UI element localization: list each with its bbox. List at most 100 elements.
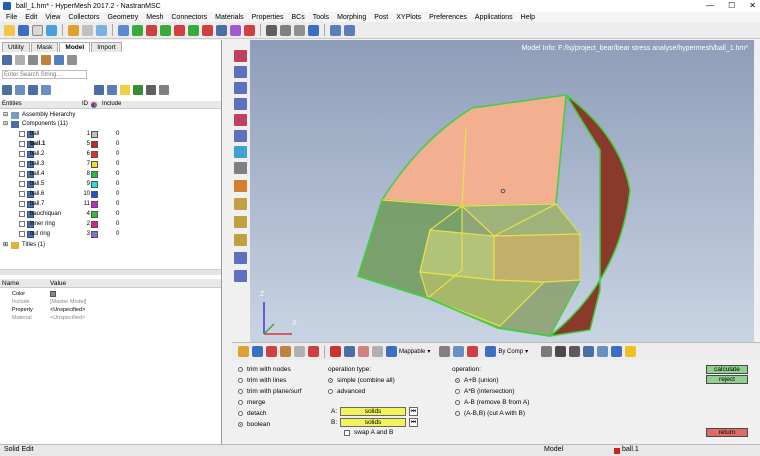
section-icon[interactable] xyxy=(234,270,247,282)
reverse-a-icon[interactable]: ⏮ xyxy=(409,407,418,416)
solids-a-selector[interactable]: solids xyxy=(340,407,406,416)
swap-checkbox[interactable] xyxy=(344,429,350,436)
browser-filter-icon[interactable] xyxy=(28,55,38,65)
rotate-icon[interactable] xyxy=(280,24,291,36)
view-side-icon[interactable] xyxy=(188,24,199,36)
swap-checkbox-row[interactable]: swap A and B xyxy=(344,429,393,436)
new-file-icon[interactable] xyxy=(32,24,43,36)
mask-icon[interactable] xyxy=(266,346,277,357)
radio-trim-nodes[interactable] xyxy=(238,367,243,372)
tab-utility[interactable]: Utility xyxy=(2,42,30,52)
solid-icon[interactable] xyxy=(234,130,247,142)
expand-icon[interactable]: ⊟ xyxy=(3,111,8,120)
abc-icon[interactable] xyxy=(234,198,247,210)
fit-icon[interactable] xyxy=(230,24,241,36)
tab-mask[interactable]: Mask xyxy=(30,42,59,52)
menu-morphing[interactable]: Morphing xyxy=(337,14,366,21)
component-color[interactable] xyxy=(91,131,98,138)
undo-icon[interactable] xyxy=(330,24,341,36)
radio-detach[interactable] xyxy=(238,411,243,416)
browser-export-icon[interactable] xyxy=(54,55,64,65)
menu-tools[interactable]: Tools xyxy=(313,14,329,21)
tree-assembly[interactable]: ⊟ Assembly Hierarchy xyxy=(0,111,221,120)
elements-icon[interactable] xyxy=(583,346,595,357)
horizontal-scrollbar[interactable] xyxy=(0,269,221,275)
option-cut[interactable]: (A-B,B) (cut A with B) xyxy=(455,410,525,417)
option-trim-lines[interactable]: trim with lines xyxy=(238,377,286,384)
lasso-icon[interactable] xyxy=(439,346,451,357)
browser-list-icon[interactable] xyxy=(15,55,25,65)
view-top-icon[interactable] xyxy=(202,24,213,36)
eye-icon[interactable] xyxy=(146,85,156,95)
solids-b-selector[interactable]: solids xyxy=(340,418,406,427)
search-input[interactable]: Enter Search String... xyxy=(2,70,87,79)
zoom-icon[interactable] xyxy=(118,24,129,36)
component-row[interactable]: ball.3 7 0 xyxy=(0,160,221,169)
component-row[interactable]: ball.7 11 0 xyxy=(0,200,221,209)
tab-model[interactable]: Model xyxy=(59,42,91,52)
rotate-z-icon[interactable] xyxy=(160,24,171,36)
component-color[interactable] xyxy=(91,181,98,188)
geometry-icon[interactable] xyxy=(597,346,609,357)
annotation-icon[interactable] xyxy=(234,234,247,246)
component-checkbox[interactable] xyxy=(19,171,25,177)
browser-config-icon[interactable] xyxy=(67,55,77,65)
unmask-icon[interactable] xyxy=(294,346,305,357)
menu-help[interactable]: Help xyxy=(521,14,535,21)
clip-icon[interactable] xyxy=(234,252,247,264)
user-icon[interactable] xyxy=(68,24,79,36)
component-checkbox[interactable] xyxy=(19,201,25,207)
menu-xyplots[interactable]: XYPlots xyxy=(396,14,421,21)
radio-trim-lines[interactable] xyxy=(238,378,243,383)
help-icon[interactable] xyxy=(96,24,107,36)
replace-icon[interactable] xyxy=(344,346,355,357)
radio-union[interactable] xyxy=(455,378,460,383)
view-iso-icon[interactable] xyxy=(216,24,227,36)
return-button[interactable]: return xyxy=(706,428,748,437)
radio-cut[interactable] xyxy=(455,411,460,416)
component-row[interactable]: ball.6 10 0 xyxy=(0,190,221,199)
display-mode-icon[interactable] xyxy=(234,50,247,62)
menu-properties[interactable]: Properties xyxy=(252,14,284,21)
component-color[interactable] xyxy=(91,211,98,218)
component-color[interactable] xyxy=(91,151,98,158)
numbers-icon[interactable] xyxy=(234,162,247,174)
rotate-y-icon[interactable] xyxy=(146,24,157,36)
prop-value[interactable]: <Unspecified> xyxy=(50,306,85,314)
by-comp-dropdown[interactable]: By Comp ▾ xyxy=(485,346,528,357)
tree-titles[interactable]: ⊞ Titles (1) xyxy=(0,241,221,250)
component-row[interactable]: ball 1 0 xyxy=(0,130,221,139)
component-row[interactable]: out ring 3 0 xyxy=(0,230,221,239)
reject-button[interactable]: reject xyxy=(706,375,748,384)
component-checkbox[interactable] xyxy=(19,221,25,227)
open-folder-icon[interactable] xyxy=(4,24,15,36)
measure-icon[interactable] xyxy=(234,180,247,192)
expand-icon[interactable]: ⊞ xyxy=(3,241,8,250)
menu-edit[interactable]: Edit xyxy=(25,14,37,21)
component-row[interactable]: ball.4 8 0 xyxy=(0,170,221,179)
reverse-b-icon[interactable]: ⏮ xyxy=(409,418,418,427)
component-color[interactable] xyxy=(91,201,98,208)
component-color[interactable] xyxy=(91,221,98,228)
component-color[interactable] xyxy=(91,171,98,178)
component-color[interactable] xyxy=(91,231,98,238)
select-circle-icon[interactable] xyxy=(467,346,479,357)
rotate-x-icon[interactable] xyxy=(132,24,143,36)
tree-components[interactable]: ⊟ Components (11) xyxy=(0,120,221,129)
menu-materials[interactable]: Materials xyxy=(215,14,243,21)
position-icon[interactable] xyxy=(372,346,383,357)
maximize-button[interactable]: ☐ xyxy=(728,1,735,10)
option-simple[interactable]: simple (combine all) xyxy=(328,377,395,384)
mappable-dropdown[interactable]: Mappable ▾ xyxy=(386,346,430,357)
radio-trim-plane[interactable] xyxy=(238,389,243,394)
find-icon[interactable] xyxy=(120,85,130,95)
options-icon[interactable] xyxy=(159,85,169,95)
settings-icon[interactable] xyxy=(82,24,93,36)
wireframe-icon[interactable] xyxy=(234,82,247,94)
menu-bcs[interactable]: BCs xyxy=(291,14,304,21)
reset-icon[interactable] xyxy=(133,85,143,95)
option-detach[interactable]: detach xyxy=(238,410,267,417)
menu-post[interactable]: Post xyxy=(374,14,388,21)
component-checkbox[interactable] xyxy=(19,161,25,167)
prop-row-color[interactable]: Color xyxy=(0,290,221,298)
